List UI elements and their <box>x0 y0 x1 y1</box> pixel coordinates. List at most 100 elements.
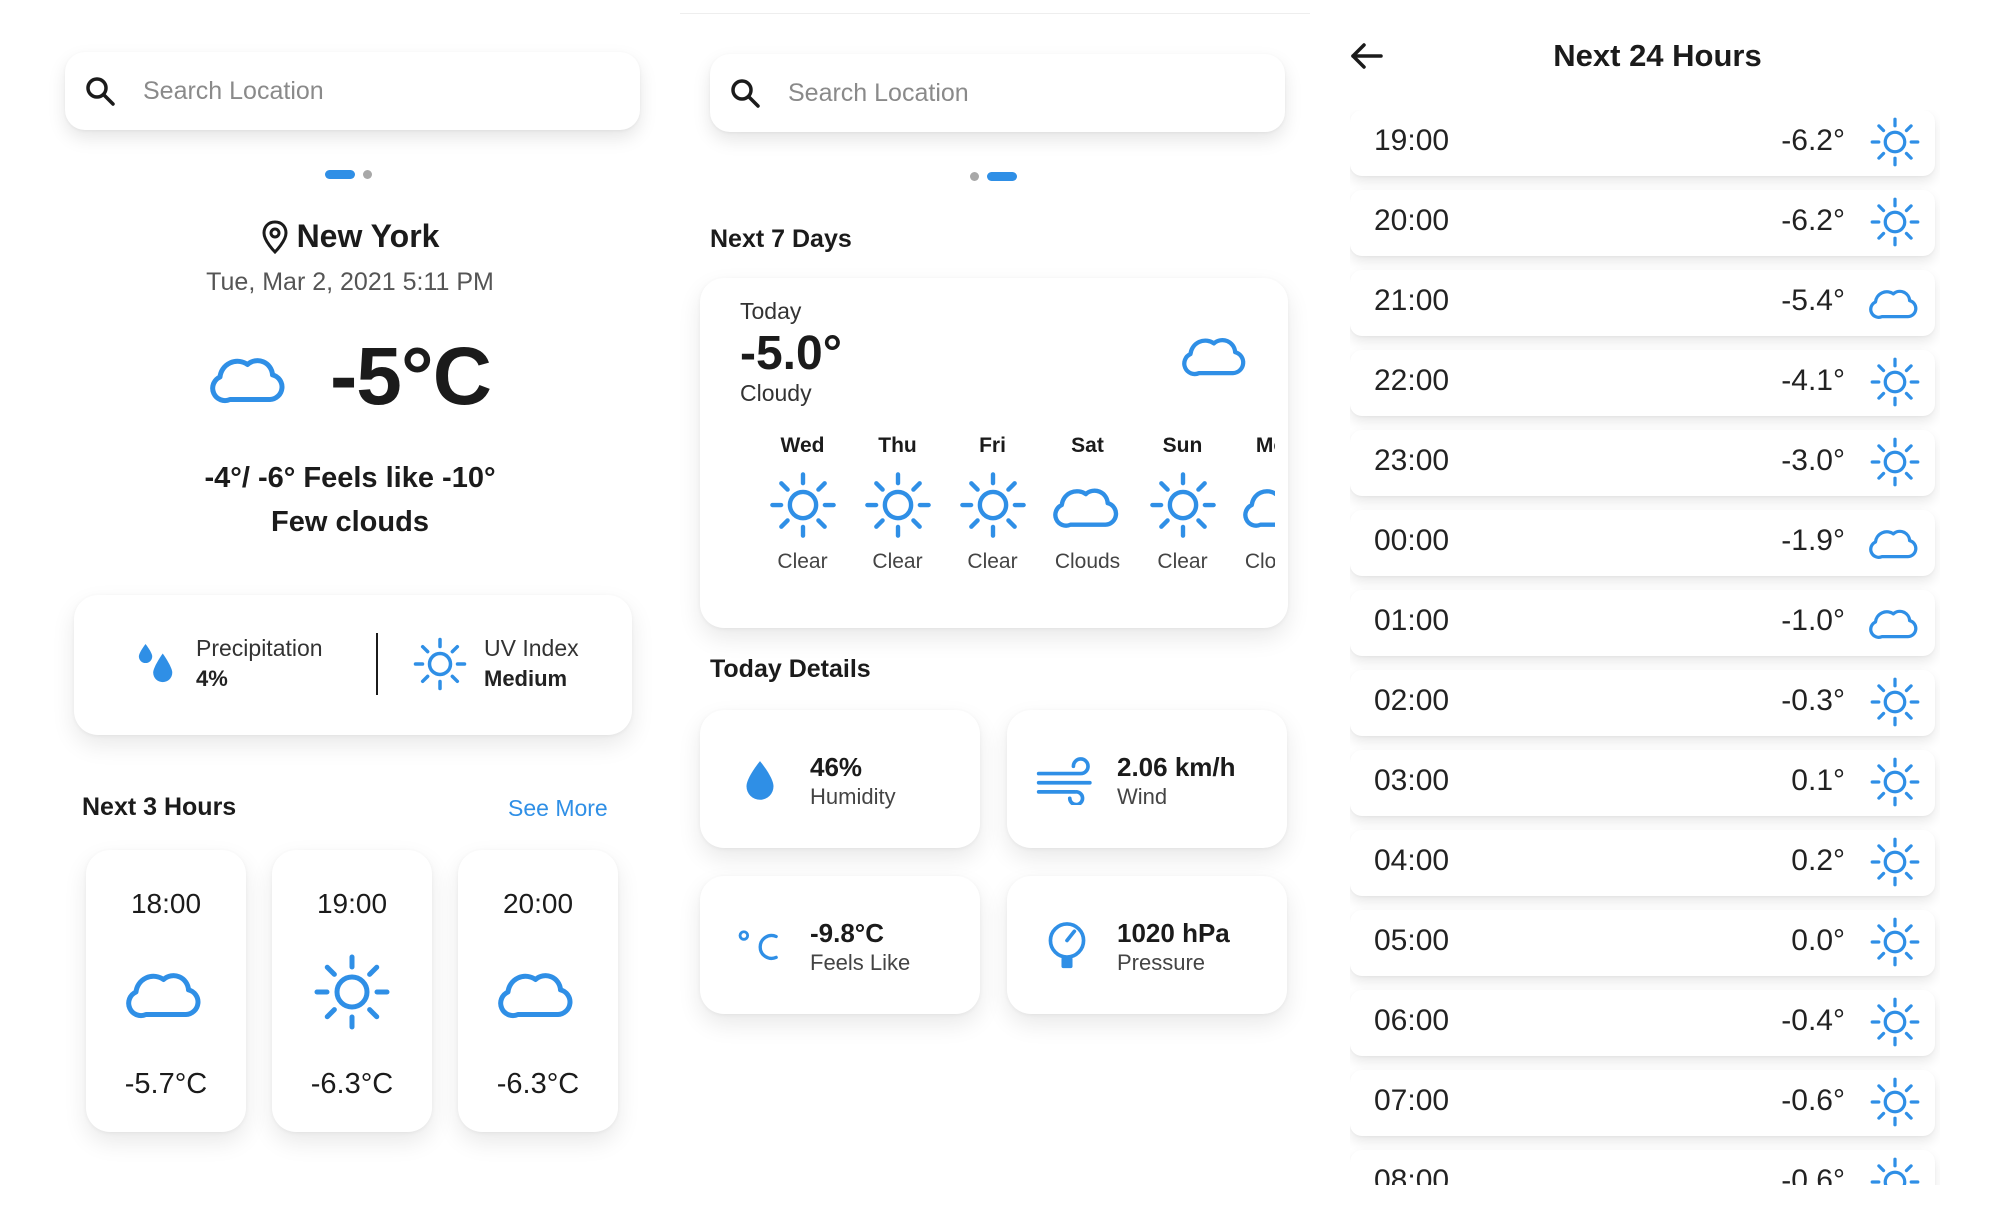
hourly-screen: Next 24 Hours 19:00 -6.2° 20:00 -6.2° 21… <box>1315 0 2000 1207</box>
page-dot-2[interactable] <box>987 172 1017 181</box>
search-bar[interactable]: Search Location <box>65 52 640 130</box>
hour-temperature: -5.7°C <box>124 1068 208 1100</box>
hour-time: 23:00 <box>1374 444 1450 477</box>
day-condition: Clear <box>1157 550 1208 573</box>
list-item[interactable]: 03:00 0.1° <box>1350 750 1935 816</box>
day-item[interactable]: Mon Clouds <box>1230 434 1275 574</box>
sun-icon <box>312 952 392 1032</box>
day-name: Mon <box>1255 434 1275 457</box>
location-title: New York <box>0 218 700 255</box>
sun-icon <box>1869 116 1921 168</box>
hour-card[interactable]: 19:00 -6.3°C <box>272 850 432 1132</box>
hour-temperature: -4.1° <box>1781 364 1845 397</box>
uv-index-value: Medium <box>484 666 568 691</box>
uv-index-stat: UV Index Medium <box>412 635 579 692</box>
humidity-card: 46% Humidity <box>700 710 980 848</box>
page-dot-1[interactable] <box>325 170 355 179</box>
wind-value: 2.06 km/h <box>1117 752 1236 782</box>
cloud-icon <box>126 952 206 1032</box>
cloud-icon <box>1243 470 1276 540</box>
next-7-days-title: Next 7 Days <box>710 225 852 253</box>
list-item[interactable]: 22:00 -4.1° <box>1350 350 1935 416</box>
hour-time: 19:00 <box>1374 124 1450 157</box>
cloud-icon <box>1869 596 1921 648</box>
list-item[interactable]: 00:00 -1.9° <box>1350 510 1935 576</box>
list-item[interactable]: 02:00 -0.3° <box>1350 670 1935 736</box>
cloud-icon <box>1869 516 1921 568</box>
day-item[interactable]: Thu Clear <box>850 434 945 574</box>
hour-time: 20:00 <box>1374 204 1450 237</box>
hour-temperature: -0.3° <box>1781 684 1845 717</box>
hour-temperature: -6.3°C <box>496 1068 580 1100</box>
cloud-icon <box>1170 320 1262 388</box>
precipitation-label: Precipitation <box>196 635 323 661</box>
list-item[interactable]: 21:00 -5.4° <box>1350 270 1935 336</box>
hour-time: 03:00 <box>1374 764 1450 797</box>
wind-label: Wind <box>1117 784 1168 809</box>
hour-temperature: 0.2° <box>1791 844 1845 877</box>
day-condition: Clear <box>872 550 923 573</box>
search-input[interactable]: Search Location <box>143 77 324 106</box>
list-item[interactable]: 05:00 0.0° <box>1350 910 1935 976</box>
day-item[interactable]: Sun Clear <box>1135 434 1230 574</box>
hourly-list[interactable]: 19:00 -6.2° 20:00 -6.2° 21:00 -5.4° 22:0… <box>1350 110 1940 1185</box>
sun-icon <box>1869 836 1921 888</box>
hour-time: 20:00 <box>502 888 574 919</box>
hour-card[interactable]: 20:00 -6.3°C <box>458 850 618 1132</box>
sun-icon <box>1869 676 1921 728</box>
search-input[interactable]: Search Location <box>788 79 969 108</box>
hour-temperature: -1.0° <box>1781 604 1845 637</box>
sun-icon <box>1869 756 1921 808</box>
humidity-label: Humidity <box>810 784 896 809</box>
weekly-forecast-card: Today -5.0° Cloudy Wed Clear Thu Clear F… <box>700 278 1288 628</box>
uv-index-label: UV Index <box>484 635 579 661</box>
list-item[interactable]: 06:00 -0.4° <box>1350 990 1935 1056</box>
cloud-icon <box>498 952 578 1032</box>
day-name: Sat <box>1071 434 1104 457</box>
pressure-card: 1020 hPa Pressure <box>1007 876 1287 1014</box>
hour-time: 07:00 <box>1374 1084 1450 1117</box>
sun-icon <box>1869 916 1921 968</box>
list-item[interactable]: 20:00 -6.2° <box>1350 190 1935 256</box>
day-item[interactable]: Wed Clear <box>755 434 850 574</box>
day-item[interactable]: Fri Clear <box>945 434 1040 574</box>
list-item[interactable]: 08:00 -0.6° <box>1350 1150 1935 1185</box>
list-item[interactable]: 19:00 -6.2° <box>1350 110 1935 176</box>
day-strip[interactable]: Wed Clear Thu Clear Fri Clear Sat Clouds… <box>755 434 1275 604</box>
divider <box>376 633 378 695</box>
sun-icon <box>1869 996 1921 1048</box>
hour-card[interactable]: 18:00 -5.7°C <box>86 850 246 1132</box>
barometer-icon <box>1048 922 1086 969</box>
water-drop-icon <box>746 761 774 800</box>
date-time: Tue, Mar 2, 2021 5:11 PM <box>206 268 494 296</box>
list-item[interactable]: 23:00 -3.0° <box>1350 430 1935 496</box>
list-item[interactable]: 04:00 0.2° <box>1350 830 1935 896</box>
pressure-value: 1020 hPa <box>1117 918 1230 948</box>
hour-time: 05:00 <box>1374 924 1450 957</box>
see-more-link[interactable]: See More <box>508 795 608 822</box>
page-dot-2[interactable] <box>363 170 372 179</box>
hour-time: 18:00 <box>130 888 202 919</box>
hour-temperature: 0.1° <box>1791 764 1845 797</box>
sun-icon <box>1869 436 1921 488</box>
hour-temperature: -0.6° <box>1781 1164 1845 1185</box>
day-condition: Clear <box>967 550 1018 573</box>
wind-card: 2.06 km/h Wind <box>1007 710 1287 848</box>
top-divider <box>680 13 1310 14</box>
hour-temperature: -3.0° <box>1781 444 1845 477</box>
list-item[interactable]: 01:00 -1.0° <box>1350 590 1935 656</box>
list-item[interactable]: 07:00 -0.6° <box>1350 1070 1935 1136</box>
cloud-icon <box>1869 276 1921 328</box>
condition-text: Few clouds <box>271 506 429 538</box>
hour-time: 01:00 <box>1374 604 1450 637</box>
cloud-icon <box>1053 470 1123 540</box>
search-bar[interactable]: Search Location <box>710 54 1285 132</box>
page-dot-1[interactable] <box>970 172 979 181</box>
feels-like-label: Feels Like <box>810 950 911 975</box>
day-condition: Clouds <box>1054 550 1121 573</box>
day-condition: Clear <box>777 550 828 573</box>
hourly-header: Next 24 Hours <box>1315 38 2000 78</box>
day-item[interactable]: Sat Clouds <box>1040 434 1135 574</box>
day-name: Fri <box>979 434 1006 457</box>
raindrops-icon <box>138 643 173 682</box>
